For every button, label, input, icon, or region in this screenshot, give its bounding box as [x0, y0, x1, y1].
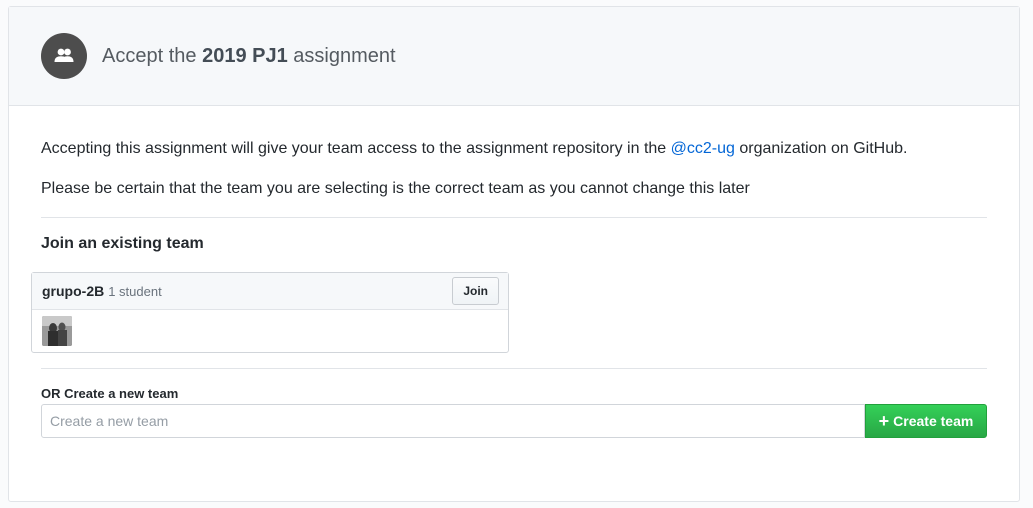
intro-text: Accepting this assignment will give your… — [41, 140, 908, 157]
card-header: Accept the 2019 PJ1 assignment — [9, 7, 1019, 106]
page-title: Accept the 2019 PJ1 assignment — [102, 44, 396, 67]
divider — [41, 368, 987, 369]
org-link[interactable]: @cc2-ug — [671, 140, 735, 157]
card-body: Accepting this assignment will give your… — [9, 106, 1019, 438]
assignment-card: Accept the 2019 PJ1 assignment Accepting… — [8, 6, 1020, 502]
team-name: grupo-2B — [42, 283, 105, 299]
assignment-name: 2019 PJ1 — [202, 44, 288, 67]
avatar[interactable] — [42, 316, 72, 346]
warning-text: Please be certain that the team you are … — [41, 180, 750, 197]
create-team-button[interactable]: + Create team — [865, 404, 987, 438]
team-card-header: grupo-2B 1 student Join — [32, 273, 508, 310]
create-team-input[interactable] — [41, 404, 865, 438]
join-button[interactable]: Join — [452, 277, 499, 305]
divider — [41, 217, 987, 218]
create-team-row: + Create team — [41, 404, 987, 438]
join-section-title: Join an existing team — [41, 235, 204, 252]
people-icon — [41, 33, 87, 79]
create-team-label: OR Create a new team — [41, 386, 179, 401]
team-card: grupo-2B 1 student Join — [31, 272, 509, 353]
team-member-count: 1 student — [108, 283, 162, 299]
plus-icon: + — [878, 411, 890, 431]
team-members — [32, 310, 508, 352]
